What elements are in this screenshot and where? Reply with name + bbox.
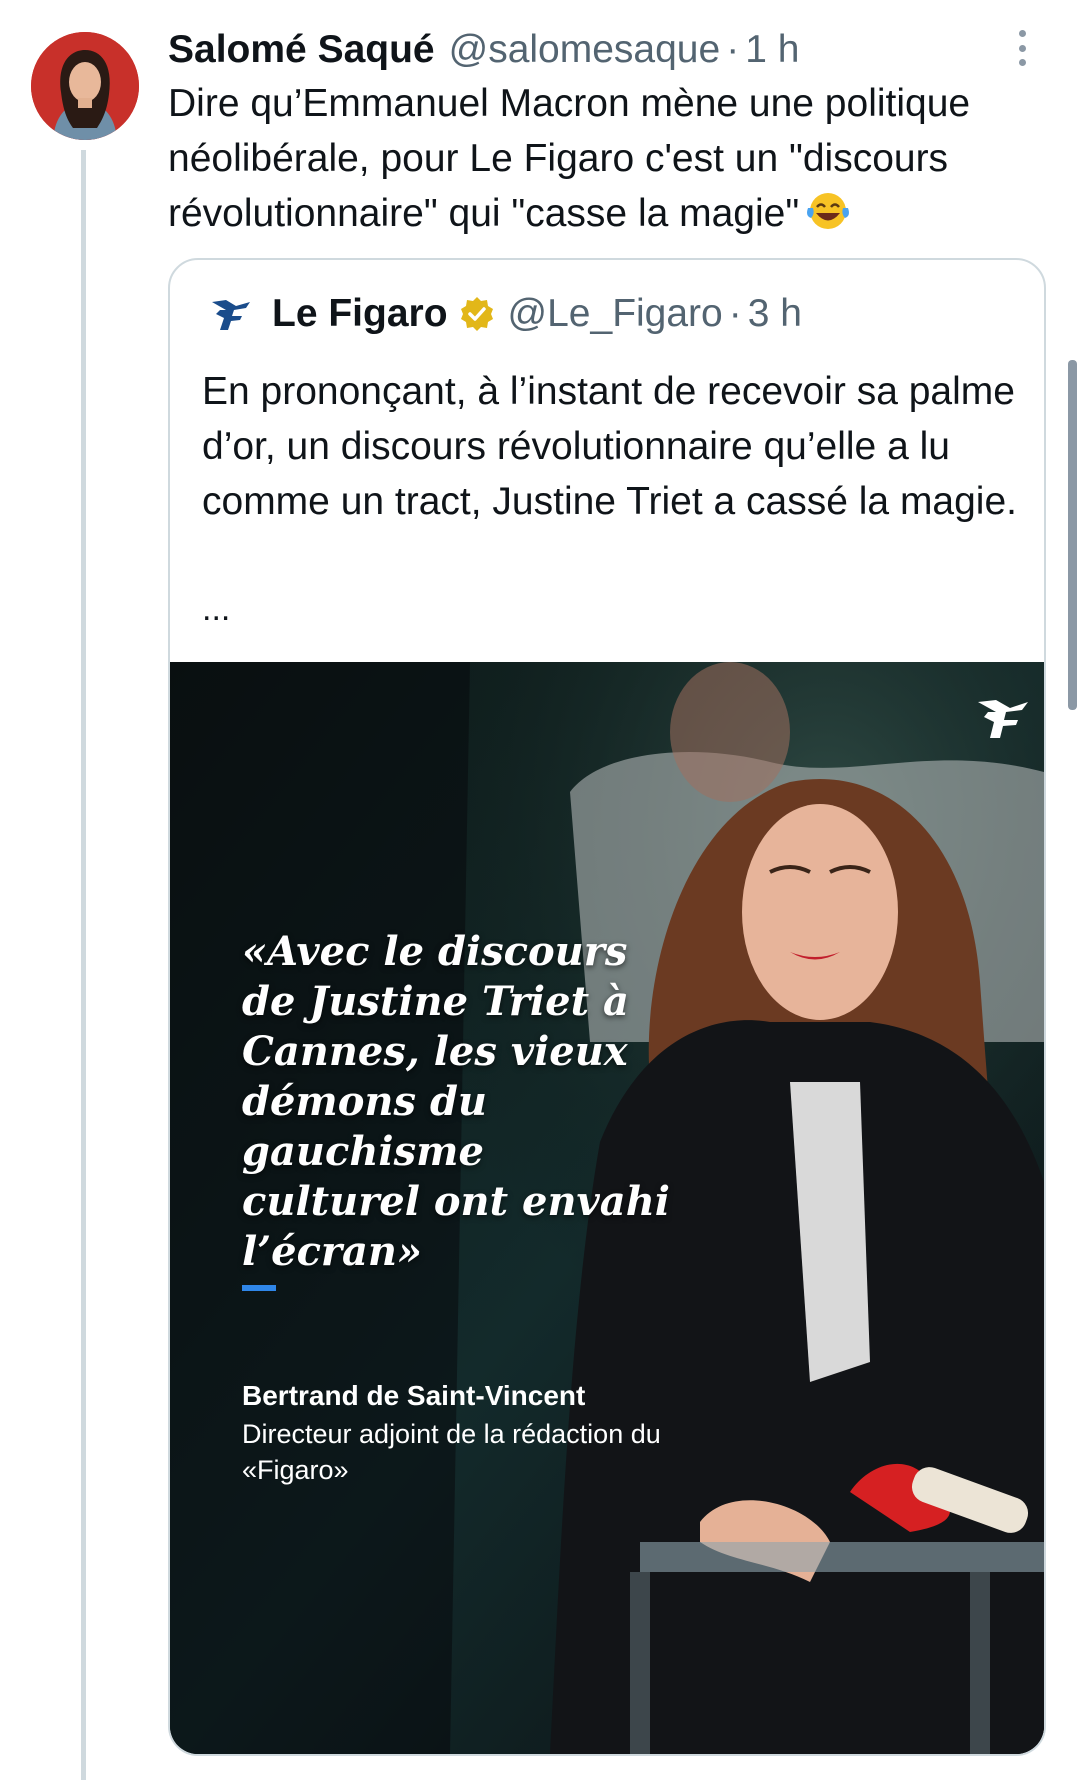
tweet-time[interactable]: 1 h <box>745 28 799 72</box>
quoted-author-name[interactable]: Le Figaro <box>272 292 448 336</box>
verified-badge-icon <box>460 297 493 331</box>
quoted-media-image[interactable]: «Avec le discours de Justine Triet à Can… <box>170 662 1044 1754</box>
tweet-body: Dire qu’Emmanuel Macron mène une politiq… <box>168 76 1048 241</box>
thread-line <box>81 150 86 1780</box>
quoted-tweet[interactable]: Le Figaro @Le_Figaro · 3 h En prononçant… <box>168 258 1046 1756</box>
author-avatar[interactable] <box>31 32 139 140</box>
media-quote-text: «Avec le discours de Justine Triet à Can… <box>242 928 670 1275</box>
author-handle[interactable]: @salomesaque <box>449 28 721 72</box>
media-accent-rule <box>242 1285 276 1291</box>
media-author-role: Directeur adjoint de la rédaction du «Fi… <box>242 1419 661 1485</box>
face-with-tears-of-joy-icon <box>807 193 850 229</box>
media-author-name: Bertrand de Saint-Vincent <box>242 1380 586 1411</box>
le-figaro-logo-icon <box>212 300 250 330</box>
scrollbar[interactable] <box>1068 360 1077 710</box>
quoted-time[interactable]: 3 h <box>748 292 802 336</box>
separator: · <box>728 292 742 335</box>
author-name[interactable]: Salomé Saqué <box>168 28 435 72</box>
quoted-header: Le Figaro @Le_Figaro · 3 h <box>210 284 802 344</box>
show-more-ellipsis[interactable]: ... <box>202 590 230 629</box>
more-options-icon[interactable] <box>1010 30 1034 66</box>
tweet-header: Salomé Saqué @salomesaque · 1 h <box>168 24 799 76</box>
separator: · <box>726 28 740 71</box>
quoted-author-handle[interactable]: @Le_Figaro <box>508 292 723 336</box>
quoted-text: En prononçant, à l’instant de recevoir s… <box>202 370 1018 523</box>
le-figaro-watermark-icon <box>978 700 1028 738</box>
